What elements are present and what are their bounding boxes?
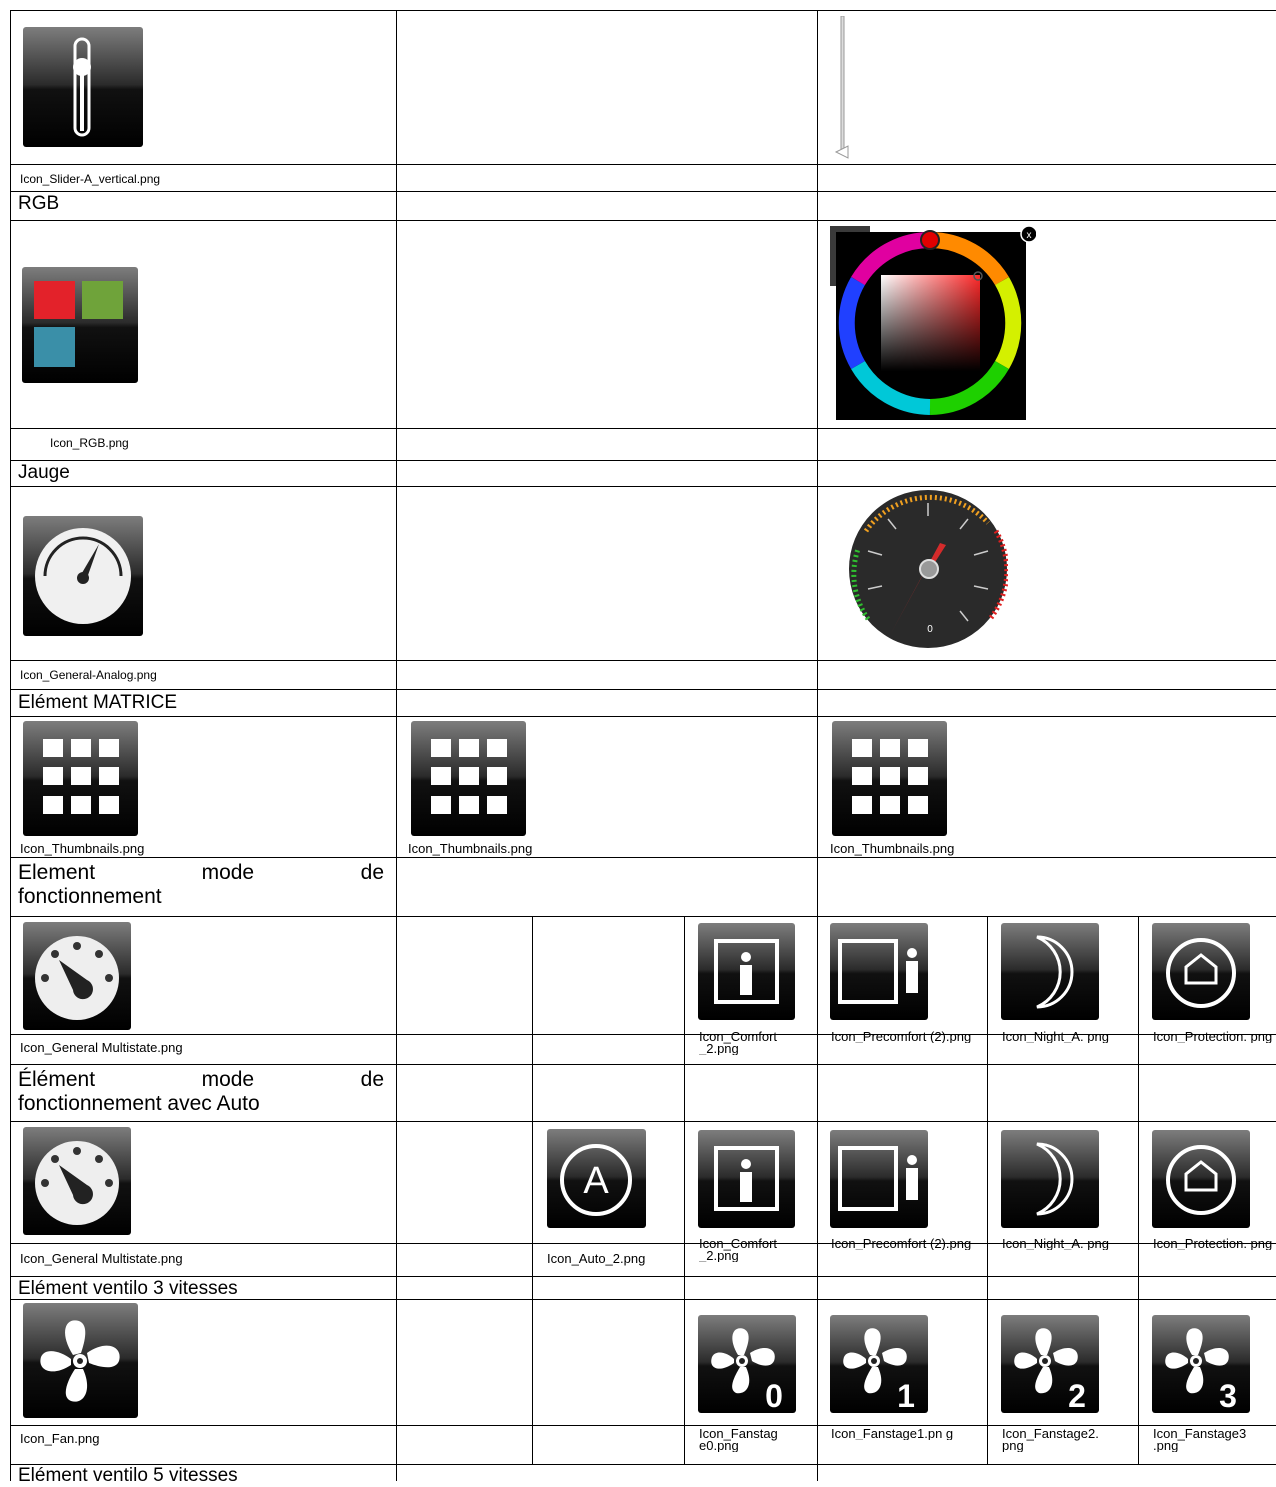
col-line — [396, 10, 397, 1481]
comfort-icon — [698, 923, 795, 1020]
precomfort-icon — [830, 923, 928, 1020]
fan-stage-digit: 1 — [897, 1378, 915, 1413]
gauge-caption: Icon_General-Analog.png — [20, 668, 157, 682]
fanstage3-icon: 3 — [1152, 1315, 1250, 1413]
thumbnails-icon — [23, 721, 138, 836]
mode-auto-caption: Icon_General Multistate.png — [20, 1252, 183, 1266]
rgb-section-title: RGB — [18, 193, 60, 214]
night-icon — [1001, 1130, 1099, 1228]
fan-stage-digit: 0 — [765, 1378, 783, 1413]
rgb-icon — [22, 267, 138, 383]
precomfort-icon — [830, 1130, 928, 1228]
mode-auto-icon-caption: Icon_Protection. png — [1153, 1238, 1273, 1250]
mode-caption: Icon_General Multistate.png — [20, 1041, 183, 1055]
col-line — [817, 10, 818, 1481]
fan-stage-digit: 2 — [1068, 1378, 1086, 1413]
mode-auto-icon-caption: Icon_Night_A. png — [1002, 1238, 1109, 1250]
thumbnails-icon — [411, 721, 526, 836]
fanstage1-icon: 1 — [830, 1315, 928, 1413]
protection-icon — [1152, 923, 1250, 1020]
mode-auto-icon-caption: Icon_Precomfort (2).png — [831, 1238, 972, 1250]
fan5-section-title: Elément ventilo 5 vitesses — [18, 1465, 238, 1486]
multistate-icon — [23, 922, 131, 1030]
mode-icon-caption: Icon_Precomfort (2).png — [831, 1031, 972, 1043]
fanstage0-icon: 0 — [698, 1315, 796, 1413]
protection-icon — [1152, 1130, 1250, 1228]
analog-gauge: 0 — [848, 489, 1010, 649]
comfort-icon — [698, 1130, 795, 1228]
mode-icon-caption: Icon_Comfort _2.png — [699, 1031, 778, 1055]
fan-icon-caption: Icon_Fanstage2. png — [1002, 1428, 1099, 1452]
fan-icon-caption: Icon_Fanstag e0.png — [699, 1428, 778, 1452]
mode-icon-caption: Icon_Night_A. png — [1002, 1031, 1109, 1043]
mode-auto-title-word: Élément — [18, 1068, 96, 1091]
col-line — [684, 916, 685, 1464]
mode-title-line2: fonctionnement — [18, 885, 162, 908]
fan-icon-caption: Icon_Fanstage1.pn g — [831, 1428, 954, 1440]
col-line — [10, 10, 11, 1481]
thumbnails-icon — [832, 721, 947, 836]
rgb-caption: Icon_RGB.png — [50, 436, 129, 450]
picker-close-icon: x — [1027, 230, 1032, 241]
night-icon — [1001, 923, 1099, 1020]
matrix-caption: Icon_Thumbnails.png — [830, 842, 955, 856]
fan3-section-title: Elément ventilo 3 vitesses — [18, 1278, 238, 1299]
color-wheel-picker[interactable]: x — [830, 224, 1038, 422]
mode-title-word: Element — [18, 861, 96, 884]
gauge-section-title: Jauge — [18, 462, 70, 483]
multistate-icon — [23, 1127, 131, 1235]
fan-caption: Icon_Fan.png — [20, 1432, 100, 1446]
fan-stage-digit: 3 — [1219, 1378, 1237, 1413]
gauge-value: 0 — [927, 624, 933, 635]
matrix-caption: Icon_Thumbnails.png — [408, 842, 533, 856]
fanstage2-icon: 2 — [1001, 1315, 1099, 1413]
auto-caption: Icon_Auto_2.png — [547, 1252, 646, 1266]
fan-icon — [23, 1303, 138, 1418]
matrix-section-title: Elément MATRICE — [18, 692, 178, 713]
mode-title-word: de — [360, 861, 384, 884]
col-line — [987, 916, 988, 1464]
vertical-slider-preview[interactable] — [830, 15, 850, 162]
mode-auto-icon-caption: Icon_Comfort _2.png — [699, 1238, 778, 1262]
auto-letter: A — [583, 1160, 609, 1202]
fan-icon-caption: Icon_Fanstage3 .png — [1153, 1428, 1247, 1452]
auto-icon: A — [547, 1129, 646, 1228]
slider-caption: Icon_Slider-A_vertical.png — [20, 172, 161, 186]
col-line — [1138, 916, 1139, 1464]
analog-gauge-icon — [23, 516, 143, 636]
icon-table: Icon_Slider-A_vertical.png RGB Icon_RGB.… — [10, 10, 1276, 1486]
slider-vertical-icon — [23, 27, 143, 147]
mode-auto-section-title: Élément mode de fonctionnement avec Auto — [10, 1068, 396, 1116]
mode-auto-title-word: de — [360, 1068, 384, 1091]
matrix-caption: Icon_Thumbnails.png — [20, 842, 145, 856]
mode-auto-title-word: mode — [201, 1068, 255, 1091]
mode-section-title: Element mode de fonctionnement — [10, 861, 396, 909]
mode-auto-title-line2: fonctionnement avec Auto — [18, 1092, 260, 1115]
col-line — [532, 916, 533, 1464]
mode-icon-caption: Icon_Protection. png — [1153, 1031, 1273, 1043]
mode-title-word: mode — [201, 861, 255, 884]
